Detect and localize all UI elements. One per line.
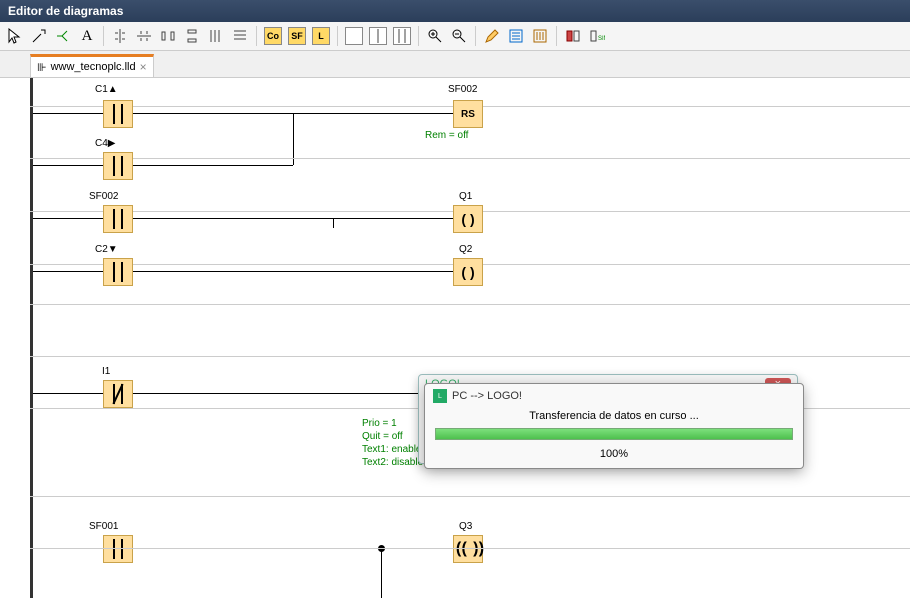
contact-label-sf002: SF002 xyxy=(89,191,118,202)
square-tool[interactable] xyxy=(343,25,365,47)
logo-icon: L xyxy=(433,389,447,403)
rung-line xyxy=(30,548,910,549)
toolbar: A Co SF L SIM xyxy=(0,22,910,51)
ladder-icon: ⊪ xyxy=(37,61,47,74)
contact-sf001[interactable] xyxy=(103,535,133,563)
contact-i1[interactable] xyxy=(103,380,133,408)
rs-rem-label: Rem = off xyxy=(425,130,468,141)
wire xyxy=(33,113,103,114)
contact-c2[interactable] xyxy=(103,258,133,286)
zoom-in-tool[interactable] xyxy=(424,25,446,47)
diagram-canvas[interactable]: C1▲ SF002 RS Rem = off C4▶ SF002 Q1 ( ) … xyxy=(0,78,910,598)
transfer-dialog-titlebar: L PC --> LOGO! xyxy=(425,384,803,408)
contact-label-i1: I1 xyxy=(102,366,110,377)
wire xyxy=(33,393,103,394)
rung-line xyxy=(30,158,910,159)
text-tool[interactable]: A xyxy=(76,25,98,47)
progress-bar xyxy=(435,428,793,440)
wire xyxy=(133,218,333,219)
rung-line xyxy=(30,496,910,497)
co-block-tool[interactable]: Co xyxy=(262,25,284,47)
rung-line xyxy=(30,356,910,357)
coil-q3[interactable]: (( )) xyxy=(453,535,483,563)
sim-run-tool[interactable] xyxy=(562,25,584,47)
coil-q1[interactable]: ( ) xyxy=(453,205,483,233)
align-col-tool[interactable] xyxy=(205,25,227,47)
align-row-tool[interactable] xyxy=(229,25,251,47)
rung-line xyxy=(30,304,910,305)
contact-label-c1: C1▲ xyxy=(95,84,118,95)
wire xyxy=(381,548,382,598)
align-h2-tool[interactable] xyxy=(133,25,155,47)
wire xyxy=(133,113,293,114)
contact-c4[interactable] xyxy=(103,152,133,180)
cut-tool[interactable] xyxy=(52,25,74,47)
wire xyxy=(133,271,453,272)
params2-tool[interactable] xyxy=(529,25,551,47)
wire xyxy=(333,218,334,228)
wire xyxy=(333,218,453,219)
contact-label-sf001: SF001 xyxy=(89,521,118,532)
wire xyxy=(33,165,103,166)
wire xyxy=(133,393,453,394)
svg-text:SIM: SIM xyxy=(598,36,605,42)
coil-label-sf002: SF002 xyxy=(448,84,477,95)
wire xyxy=(33,271,103,272)
tab-close-icon[interactable]: × xyxy=(140,60,147,74)
cursor-tool[interactable] xyxy=(4,25,26,47)
rs-block[interactable]: RS xyxy=(453,100,483,128)
tab-file[interactable]: ⊪ www_tecnoplc.lld × xyxy=(30,54,154,77)
power-rail xyxy=(30,78,33,598)
half-tool[interactable] xyxy=(367,25,389,47)
sim-stop-tool[interactable]: SIM xyxy=(586,25,608,47)
coil-q2[interactable]: ( ) xyxy=(453,258,483,286)
transfer-dialog: L PC --> LOGO! Transferencia de datos en… xyxy=(424,383,804,469)
transfer-dialog-message: Transferencia de datos en curso ... xyxy=(425,408,803,424)
coil-label-q1: Q1 xyxy=(459,191,472,202)
dist-h-tool[interactable] xyxy=(157,25,179,47)
app-title: Editor de diagramas xyxy=(8,4,123,18)
tab-label: www_tecnoplc.lld xyxy=(51,61,136,73)
quit-label: Quit = off xyxy=(362,431,403,442)
pencil-tool[interactable] xyxy=(481,25,503,47)
transfer-dialog-title: PC --> LOGO! xyxy=(452,390,522,402)
params1-tool[interactable] xyxy=(505,25,527,47)
app-title-bar: Editor de diagramas xyxy=(0,0,910,22)
connector-tool[interactable] xyxy=(28,25,50,47)
zoom-out-tool[interactable] xyxy=(448,25,470,47)
coil-label-q2: Q2 xyxy=(459,244,472,255)
contact-label-c4: C4▶ xyxy=(95,138,115,149)
tab-bar: ⊪ www_tecnoplc.lld × xyxy=(0,51,910,78)
contact-label-c2: C2▼ xyxy=(95,244,118,255)
align-h1-tool[interactable] xyxy=(109,25,131,47)
wire xyxy=(33,218,103,219)
coil-label-q3: Q3 xyxy=(459,521,472,532)
wire xyxy=(293,113,453,114)
wire xyxy=(133,165,293,166)
l-block-tool[interactable]: L xyxy=(310,25,332,47)
dist-v-tool[interactable] xyxy=(181,25,203,47)
contact-sf002[interactable] xyxy=(103,205,133,233)
sf-block-tool[interactable]: SF xyxy=(286,25,308,47)
prio-label: Prio = 1 xyxy=(362,418,397,429)
cols-tool[interactable] xyxy=(391,25,413,47)
progress-percent: 100% xyxy=(425,444,803,468)
contact-c1[interactable] xyxy=(103,100,133,128)
